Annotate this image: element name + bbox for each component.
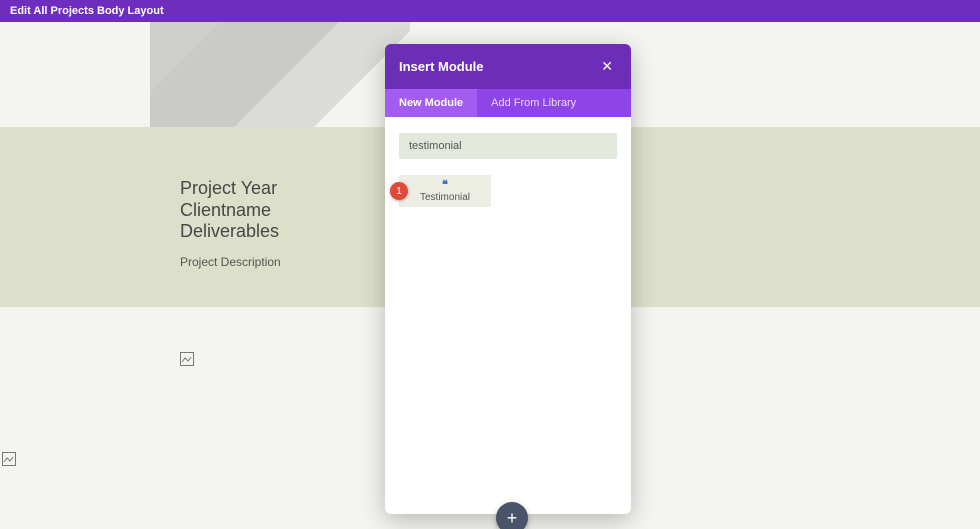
modal-body: 1 ❝ Testimonial	[385, 117, 631, 514]
project-info: Project Year Clientname Deliverables Pro…	[180, 178, 281, 269]
close-icon[interactable]: ✕	[597, 56, 617, 77]
broken-image-icon	[180, 352, 196, 368]
module-testimonial[interactable]: 1 ❝ Testimonial	[399, 175, 491, 207]
modal-tabs: New Module Add From Library	[385, 89, 631, 117]
project-deliverables: Deliverables	[180, 221, 279, 241]
project-client: Clientname	[180, 200, 271, 220]
modal-title: Insert Module	[399, 59, 484, 74]
plus-icon: +	[507, 509, 518, 527]
broken-image-icon	[2, 452, 18, 468]
project-year: Project Year	[180, 178, 277, 198]
project-description: Project Description	[180, 255, 281, 269]
module-label: Testimonial	[420, 192, 470, 203]
quote-icon: ❝	[442, 180, 448, 191]
tab-add-from-library[interactable]: Add From Library	[477, 89, 590, 117]
modal-header: Insert Module ✕	[385, 44, 631, 89]
module-search-input[interactable]	[399, 133, 617, 159]
module-grid: 1 ❝ Testimonial	[399, 175, 617, 207]
tab-new-module[interactable]: New Module	[385, 89, 477, 117]
add-button[interactable]: +	[496, 502, 528, 529]
page-title: Edit All Projects Body Layout	[10, 5, 164, 17]
top-bar: Edit All Projects Body Layout	[0, 0, 980, 22]
insert-module-modal: Insert Module ✕ New Module Add From Libr…	[385, 44, 631, 514]
step-badge: 1	[390, 182, 408, 200]
